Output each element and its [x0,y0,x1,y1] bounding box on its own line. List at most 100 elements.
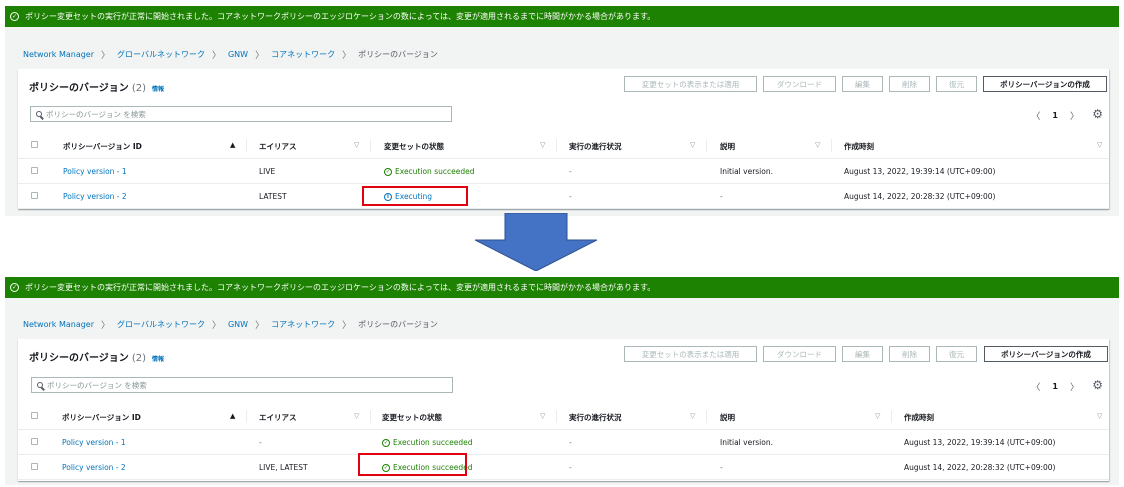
select-all-checkbox[interactable] [31,412,38,419]
policy-version-link[interactable]: Policy version - 2 [62,463,126,472]
sort-icon[interactable]: ▽ [690,141,695,149]
policy-version-link[interactable]: Policy version - 1 [62,438,126,447]
screenshot-after: ✓ ポリシー変更セットの実行が正常に開始されました。コアネットワークポリシーのエ… [5,277,1119,485]
sort-icon[interactable]: ▽ [875,412,880,420]
create-policy-version-button[interactable]: ポリシーバージョンの作成 [983,76,1107,92]
sort-icon[interactable]: ▽ [354,412,359,420]
pagination: 〈 1 〉 [1031,380,1079,393]
description-cell: Initial version. [720,438,773,447]
prev-page-icon[interactable]: 〈 [1031,380,1040,393]
highlight-box [358,453,467,476]
breadcrumb-global-network[interactable]: グローバルネットワーク [117,319,205,330]
column-header-progress[interactable]: 実行の進行状況 [569,412,622,423]
sort-icon[interactable]: ▽ [540,412,545,420]
table-row: Policy version - 1 LIVE ✓ Execution succ… [18,159,1109,184]
breadcrumb-core-network[interactable]: コアネットワーク [271,319,335,330]
search-icon [37,382,43,388]
column-header-created[interactable]: 作成時刻 [844,141,874,152]
table-row: Policy version - 2 LATEST i Executing - … [18,184,1109,209]
check-circle-icon: ✓ [10,283,19,292]
card-title-text: ポリシーのバージョン [29,83,129,94]
column-header-id[interactable]: ポリシーバージョン ID [62,412,141,423]
policy-version-link[interactable]: Policy version - 1 [63,167,127,176]
progress-cell: - [569,463,572,472]
created-cell: August 13, 2022, 19:39:14 (UTC+09:00) [844,167,996,176]
select-all-checkbox[interactable] [31,141,38,148]
breadcrumb-core-network[interactable]: コアネットワーク [271,49,335,60]
breadcrumb: Network Manager 〉 グローバルネットワーク 〉 GNW 〉 コア… [23,48,438,61]
sort-ascending-icon[interactable]: ▲ [230,412,235,420]
column-header-alias[interactable]: エイリアス [259,141,297,152]
column-header-progress[interactable]: 実行の進行状況 [569,141,622,152]
sort-icon[interactable]: ▽ [354,141,359,149]
page-number[interactable]: 1 [1052,111,1058,120]
progress-cell: - [569,438,572,447]
breadcrumb-separator: 〉 [101,321,111,331]
row-checkbox[interactable] [31,463,38,470]
sort-icon[interactable]: ▽ [1097,141,1102,149]
edit-button[interactable]: 編集 [842,76,883,92]
pagination: 〈 1 〉 [1031,109,1079,122]
breadcrumb-gnw[interactable]: GNW [228,320,248,329]
column-divider [831,139,832,152]
column-divider [370,410,371,423]
table-header: ポリシーバージョン ID ▲ エイリアス ▽ 変更セットの状態 ▽ 実行の進行状… [18,404,1109,430]
column-header-changeset-status[interactable]: 変更セットの状態 [382,412,442,423]
column-header-id[interactable]: ポリシーバージョン ID [63,141,142,152]
next-page-icon[interactable]: 〉 [1070,109,1079,122]
breadcrumb-separator: 〉 [342,51,352,61]
row-checkbox[interactable] [31,167,38,174]
breadcrumb-separator: 〉 [211,321,221,331]
info-link[interactable]: 情報 [152,356,164,363]
view-apply-changeset-button[interactable]: 変更セットの表示または適用 [624,76,757,92]
column-header-description[interactable]: 説明 [720,412,735,423]
next-page-icon[interactable]: 〉 [1070,380,1079,393]
search-placeholder: ポリシーのバージョン を検索 [47,380,147,390]
delete-button[interactable]: 削除 [889,346,930,362]
arrow-down-icon [475,213,597,271]
breadcrumb-gnw[interactable]: GNW [228,50,248,59]
delete-button[interactable]: 削除 [889,76,930,92]
search-input[interactable]: ポリシーのバージョン を検索 [30,106,452,122]
edit-button[interactable]: 編集 [842,346,883,362]
success-banner: ✓ ポリシー変更セットの実行が正常に開始されました。コアネットワークポリシーのエ… [5,277,1119,298]
sort-icon[interactable]: ▽ [690,412,695,420]
create-policy-version-button[interactable]: ポリシーバージョンの作成 [984,346,1108,362]
info-link[interactable]: 情報 [152,86,164,93]
breadcrumb-network-manager[interactable]: Network Manager [23,320,94,329]
row-checkbox[interactable] [31,438,38,445]
highlight-box [362,186,468,206]
page-number[interactable]: 1 [1052,382,1058,391]
item-count: (2) [131,353,146,364]
sort-ascending-icon[interactable]: ▲ [230,141,235,149]
download-button[interactable]: ダウンロード [763,346,836,362]
gear-icon[interactable]: ⚙ [1092,107,1103,121]
breadcrumb-separator: 〉 [255,321,265,331]
table-row: Policy version - 2 LIVE, LATEST ✓ Execut… [18,453,1109,480]
policy-version-link[interactable]: Policy version - 2 [63,192,127,201]
row-checkbox[interactable] [31,192,38,199]
sort-icon[interactable]: ▽ [540,141,545,149]
column-header-created[interactable]: 作成時刻 [904,412,934,423]
screenshot-before: ✓ ポリシー変更セットの実行が正常に開始されました。コアネットワークポリシーのエ… [5,6,1119,216]
search-input[interactable]: ポリシーのバージョン を検索 [31,377,453,393]
breadcrumb-network-manager[interactable]: Network Manager [23,50,94,59]
restore-button[interactable]: 復元 [936,76,977,92]
banner-message: ポリシー変更セットの実行が正常に開始されました。コアネットワークポリシーのエッジ… [25,283,656,292]
column-header-alias[interactable]: エイリアス [259,412,297,423]
status-cell: ✓ Execution succeeded [384,167,474,176]
gear-icon[interactable]: ⚙ [1092,378,1103,392]
breadcrumb-current: ポリシーのバージョン [358,50,438,59]
restore-button[interactable]: 復元 [936,346,977,362]
download-button[interactable]: ダウンロード [763,76,836,92]
column-header-description[interactable]: 説明 [720,141,735,152]
sort-icon[interactable]: ▽ [1097,412,1102,420]
item-count: (2) [131,83,146,94]
prev-page-icon[interactable]: 〈 [1031,109,1040,122]
sort-icon[interactable]: ▽ [815,141,820,149]
view-apply-changeset-button[interactable]: 変更セットの表示または適用 [624,346,757,362]
breadcrumb-global-network[interactable]: グローバルネットワーク [117,49,205,60]
column-header-changeset-status[interactable]: 変更セットの状態 [384,141,444,152]
breadcrumb-current: ポリシーのバージョン [358,320,438,329]
alias-cell: LIVE, LATEST [259,463,308,472]
